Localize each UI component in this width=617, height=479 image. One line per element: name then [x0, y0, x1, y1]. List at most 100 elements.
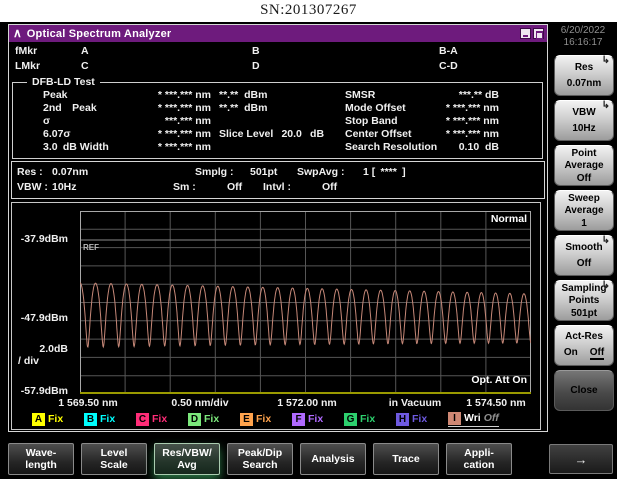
softkey-label: VBW	[572, 106, 596, 118]
menu-button-label: Analysis	[311, 453, 355, 465]
dfb-value: * ***.*** nm	[157, 102, 211, 114]
softkey-sweep-average[interactable]: Sweep Average 1	[554, 190, 614, 231]
trace-item-i: I Wri Off	[448, 411, 499, 427]
softkey-label: Average	[564, 205, 604, 216]
menu-button-label: Wave-	[25, 447, 57, 459]
dfb-label: Peak	[43, 89, 68, 101]
menu-button-analysis[interactable]: Analysis	[300, 443, 366, 475]
softkey-point-average[interactable]: Point Average Off	[554, 145, 614, 186]
osa-window: ∧ Optical Spectrum Analyzer fMkr A B B-A LMk…	[8, 24, 548, 432]
softkey-label: 501pt	[570, 307, 598, 319]
x-axis-label: 1 572.00 nm	[277, 397, 337, 409]
softkey-label: 1	[581, 217, 587, 229]
x-axis-labels: 1 569.50 nm 0.50 nm/div 1 572.00 nm in Vacu…	[12, 397, 536, 410]
graph-plot	[80, 211, 531, 394]
app-icon: ∧	[13, 26, 22, 40]
off-option[interactable]: Off	[589, 347, 605, 360]
menu-button-level-scale[interactable]: Level Scale	[81, 443, 147, 475]
x-axis-label: in Vacuum	[388, 397, 442, 409]
softkey-smooth[interactable]: ↳ Smooth Off	[554, 235, 614, 276]
trace-state: Fix	[48, 413, 64, 425]
dfb-row: σ ***.*** nm Stop Band * ***.*** nm	[13, 115, 542, 128]
menu-button-res-vbw-avg[interactable]: Res/VBW/Avg	[154, 443, 220, 475]
menu-button-application[interactable]: Appli-cation	[446, 443, 512, 475]
dfb-ld-test-legend: DFB-LD Test	[27, 76, 100, 88]
marker-rows: fMkr A B B-A LMkr C D C-D	[9, 45, 547, 77]
submenu-arrow-icon: ↳	[601, 235, 610, 246]
trace-state: Fix	[412, 413, 428, 425]
serial-number-strip: SN:201307267	[0, 0, 617, 22]
softkey-vbw[interactable]: ↳ VBW 10Hz	[554, 100, 614, 141]
dfb-extra: **.** dBm	[219, 102, 268, 114]
dfb-row: 2nd Peak * ***.*** nm **.** dBm Mode Offset…	[13, 102, 542, 115]
instrument-screen: ∧ Optical Spectrum Analyzer fMkr A B B-A LMk…	[0, 22, 617, 479]
on-option[interactable]: On	[564, 347, 578, 360]
dfb-row: 6.07σ * ***.*** nm Slice Level 20.0 dB Cent…	[13, 128, 542, 141]
trace-letter-badge: H	[396, 412, 409, 426]
dfb-row: 3.0 dB Width * ***.*** nm Search Resolutio…	[13, 141, 542, 154]
date-text: 6/20/2022	[560, 25, 606, 36]
dfb-rows: Peak * ***.*** nm **.** dBm SMSR ***.** dB 2n…	[13, 89, 542, 154]
marker-cell: C	[81, 60, 89, 72]
softkey-label: Off	[576, 172, 592, 184]
trace-state: Fix	[256, 413, 272, 425]
menu-button-label: length	[25, 459, 57, 471]
trace-letter-badge: C	[136, 412, 149, 426]
y-label-bottom: -57.9dBm	[20, 385, 68, 397]
x-axis-label: 1 574.50 nm	[466, 397, 526, 409]
marker-cell: A	[81, 45, 89, 57]
menu-button-trace[interactable]: Trace	[373, 443, 439, 475]
softkey-sampling-points[interactable]: ↳ Sampling Points 501pt	[554, 280, 614, 321]
dfb-right-value: 0.10 dB	[458, 141, 499, 153]
trace-letter-badge: E	[240, 412, 253, 426]
trace-state: Fix	[152, 413, 168, 425]
menu-button-wavelength[interactable]: Wave-length	[8, 443, 74, 475]
trace-letter-badge: F	[292, 412, 305, 426]
window-maximize-button[interactable]	[533, 28, 544, 39]
softkey-label: Sampling	[561, 282, 607, 294]
status-value: 0.07nm	[52, 166, 89, 178]
softkey-act-res[interactable]: Act-Res On Off	[554, 325, 614, 366]
menu-more-button[interactable]: →	[549, 444, 613, 474]
marker-cell: D	[252, 60, 260, 72]
screenshot-root: SN:201307267 ∧ Optical Spectrum Analyzer…	[0, 0, 617, 479]
softkey-close[interactable]: Close	[554, 370, 614, 411]
dfb-right-value: * ***.*** nm	[445, 128, 499, 140]
menu-button-label: Scale	[100, 459, 128, 471]
window-minimize-button[interactable]	[520, 28, 531, 39]
marker-row: LMkr C D C-D	[9, 60, 547, 75]
window-titlebar[interactable]: ∧ Optical Spectrum Analyzer	[9, 25, 547, 42]
x-axis-label: 0.50 nm/div	[171, 397, 229, 409]
y-scale-label-2: / div	[18, 355, 40, 367]
menu-button-label: Trace	[392, 453, 420, 465]
status-label: Intvl :	[263, 181, 291, 193]
dfb-label: σ	[43, 115, 51, 127]
marker-cell: B	[252, 45, 260, 57]
softkey-label: Sweep	[568, 192, 600, 204]
status-value: Off	[322, 181, 338, 193]
dfb-value: * ***.*** nm	[157, 89, 211, 101]
dfb-ld-test-box: DFB-LD Test Peak * ***.*** nm **.** dBm SMS…	[12, 76, 543, 159]
dfb-value: * ***.*** nm	[157, 128, 211, 140]
menu-button-label: Peak/Dip	[237, 447, 283, 459]
dfb-value: * ***.*** nm	[157, 141, 211, 153]
y-scale-label: 2.0dB	[39, 343, 68, 355]
softkey-res[interactable]: ↳ Res 0.07nm	[554, 55, 614, 96]
submenu-arrow-icon: ↳	[601, 55, 610, 66]
dfb-right-label: Stop Band	[345, 115, 398, 127]
menu-buttons: Wave-length Level Scale Res/VBW/Avg Peak/Dip…	[8, 443, 512, 475]
graph-box: -37.9dBm -47.9dBm 2.0dB / div -57.9dBm N…	[11, 202, 541, 430]
trace-item-h: H Fix	[396, 411, 442, 427]
status-label: Res :	[17, 166, 43, 178]
menu-button-label: cation	[463, 459, 495, 471]
status-label: Smplg :	[195, 166, 234, 178]
trace-letter-badge: G	[344, 412, 357, 426]
menu-button-peak-dip-search[interactable]: Peak/Dip Search	[227, 443, 293, 475]
bottom-menubar: Wave-length Level Scale Res/VBW/Avg Peak/Dip…	[0, 437, 617, 479]
trace-item-c: C Fix	[136, 411, 182, 427]
trace-letter-badge: D	[188, 412, 201, 426]
status-row-1: Res : 0.07nm Smplg : 501pt SwpAvg : 1 [ **** …	[12, 166, 544, 180]
status-value: 501pt	[250, 166, 278, 178]
trace-item-d: D Fix	[188, 411, 234, 427]
softkey-onoff-options: On Off	[564, 347, 605, 360]
